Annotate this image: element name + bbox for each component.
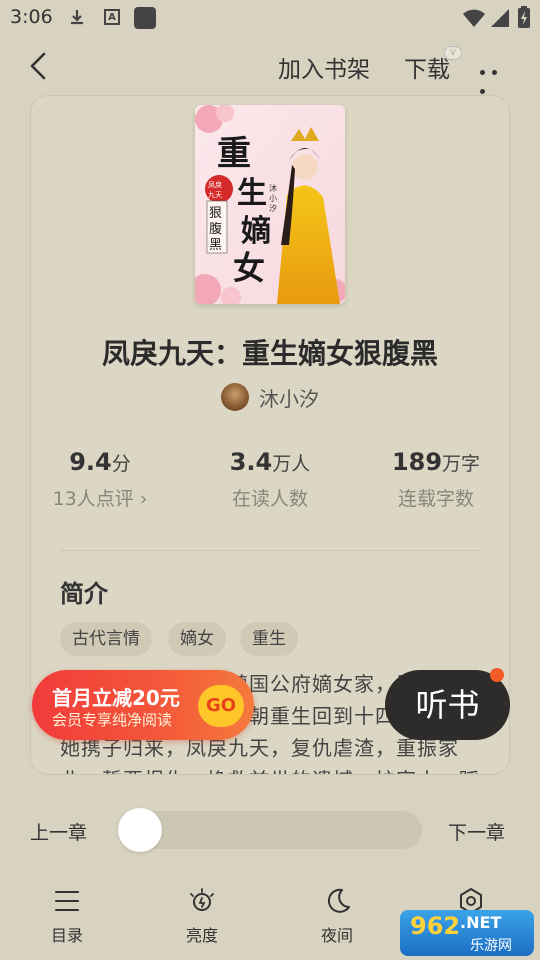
status-bar: 3:06 A [0,0,540,36]
more-dot-icon [492,70,497,75]
tag-chip[interactable]: 嫡女 [168,622,226,656]
add-to-shelf-button[interactable]: 加入书架 [278,50,370,84]
a-box-icon: A [104,9,120,25]
words-value: 189 [391,448,443,476]
book-cover[interactable]: 重 生 嫡 女 凤戾 九天 狠 腹 黑 沐 小 汐 [195,105,345,304]
tag-chip[interactable]: 古代言情 [60,622,152,656]
rating-value: 9.4 [69,448,112,476]
brightness-icon [190,888,214,911]
back-arrow-icon [30,52,46,80]
moon-icon [327,888,350,913]
list-icon [55,891,79,911]
next-chapter-button[interactable]: 下一章 [448,818,505,845]
readers-label: 在读人数 [231,488,308,510]
svg-text:沐: 沐 [269,183,277,193]
watermark-number: 962 [410,912,461,940]
promo-sub-text: 会员专享纯净阅读 [52,711,173,729]
stat-readers: 3.4万人 在读人数 [190,448,350,511]
watermark-net: .NET [460,913,502,932]
svg-text:嫡: 嫡 [241,214,271,249]
svg-text:汐: 汐 [269,203,277,213]
watermark-cn: 乐游网 [470,938,512,954]
stat-word-count: 189万字 连载字数 [356,448,516,511]
toolbar-label: 夜间 [320,926,353,945]
intro-title: 简介 [60,580,108,608]
book-title: 凤戾九天：重生嫡女狠腹黑 [101,337,438,370]
cover-big-text: 重 [217,134,251,174]
svg-text:凤戾: 凤戾 [208,180,222,189]
toolbar-label: 目录 [50,926,83,945]
readers-value: 3.4 [229,448,273,476]
toolbar-label: 亮度 [185,926,218,945]
slider-handle[interactable] [118,808,162,852]
rating-count-link[interactable]: 13人点评 › [20,484,180,511]
svg-text:黑: 黑 [209,238,222,253]
readers-unit: 万人 [272,453,311,475]
toolbar-brightness[interactable]: 亮度 [162,886,242,946]
wifi-icon [462,8,486,32]
back-button[interactable] [22,48,58,84]
author-avatar [221,383,249,411]
download-icon [68,8,86,26]
square-app-icon [134,7,156,29]
words-unit: 万字 [442,453,481,475]
stat-rating[interactable]: 9.4分 13人点评 › [20,448,180,511]
svg-text:小: 小 [269,194,277,203]
svg-text:九天: 九天 [208,190,222,199]
words-label: 连载字数 [397,488,474,510]
notification-dot [490,668,504,682]
battery-charging-icon [518,6,530,32]
promo-main-text: 首月立减20元 [52,686,180,710]
author-row[interactable]: 沐小汐 [0,382,540,412]
more-menu-button[interactable] [480,60,514,94]
promo-go-button[interactable]: GO [198,685,244,727]
svg-text:女: 女 [233,249,265,287]
chapter-progress-slider[interactable] [120,811,422,849]
divider [60,550,480,551]
toolbar-catalog[interactable]: 目录 [27,886,107,946]
more-dot-icon [480,70,485,75]
signal-icon [490,8,510,32]
vip-badge: V [444,46,462,60]
download-button[interactable]: 下载 [404,50,450,84]
svg-text:生: 生 [237,176,267,211]
toolbar-night-mode[interactable]: 夜间 [297,886,377,946]
status-time: 3:06 [10,6,53,28]
svg-text:狠: 狠 [209,206,222,221]
svg-text:腹: 腹 [209,221,222,237]
listen-button[interactable]: 听书 [385,670,510,740]
rating-unit: 分 [111,453,131,475]
tag-chip[interactable]: 重生 [240,622,298,656]
more-dot-icon [480,89,485,94]
prev-chapter-button[interactable]: 上一章 [30,818,87,845]
author-name: 沐小汐 [259,386,319,411]
